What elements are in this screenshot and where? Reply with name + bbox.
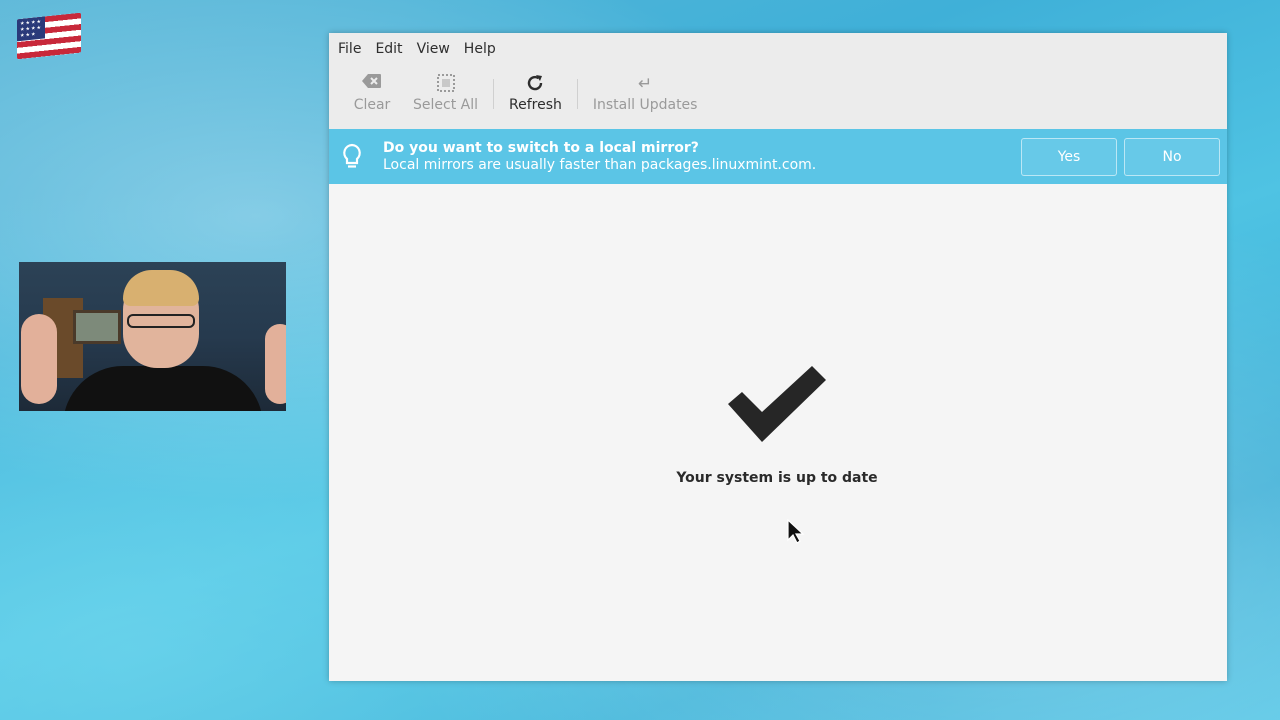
local-mirror-infobar: Do you want to switch to a local mirror?… [329, 129, 1227, 184]
infobar-texts: Do you want to switch to a local mirror?… [375, 140, 1021, 173]
refresh-icon [525, 73, 545, 95]
update-manager-window: File Edit View Help Clear Select All Ref… [329, 33, 1227, 681]
webcam-right-hand [265, 324, 286, 404]
install-return-icon: ↵ [638, 74, 653, 94]
menu-file[interactable]: File [331, 33, 368, 65]
select-all-button[interactable]: Select All [402, 73, 489, 113]
no-button[interactable]: No [1124, 137, 1220, 176]
clear-label: Clear [353, 97, 391, 113]
updates-content-area: Your system is up to date [329, 184, 1227, 681]
menubar: File Edit View Help [329, 33, 1227, 65]
select-all-icon [436, 73, 456, 95]
checkmark-icon [726, 364, 830, 448]
backspace-clear-icon [362, 73, 382, 95]
install-updates-label: Install Updates [592, 97, 698, 113]
mouse-cursor-icon [786, 518, 806, 549]
yes-button[interactable]: Yes [1021, 137, 1117, 176]
menu-view[interactable]: View [410, 33, 457, 65]
webcam-left-hand [21, 314, 57, 404]
lightbulb-icon [329, 143, 375, 171]
toolbar-separator [493, 79, 494, 109]
menu-help[interactable]: Help [457, 33, 503, 65]
flag-canton: ★★★★ ★★★★ ★★★ [17, 16, 45, 42]
refresh-label: Refresh [509, 97, 562, 113]
webcam-wall-picture [73, 310, 121, 344]
infobar-title: Do you want to switch to a local mirror? [383, 140, 699, 156]
webcam-person-body [63, 366, 263, 411]
infobar-message: Local mirrors are usually faster than pa… [383, 157, 817, 173]
us-flag-icon: ★★★★ ★★★★ ★★★ [17, 12, 81, 60]
status-panel: Your system is up to date [329, 364, 1227, 486]
menu-edit[interactable]: Edit [368, 33, 409, 65]
webcam-overlay [19, 262, 286, 411]
toolbar-separator [576, 79, 578, 109]
clear-button[interactable]: Clear [342, 73, 402, 113]
status-message: Your system is up to date [676, 470, 878, 486]
refresh-button[interactable]: Refresh [498, 73, 573, 113]
install-updates-button[interactable]: ↵ Install Updates [582, 73, 709, 113]
webcam-person-hair [123, 270, 199, 306]
webcam-person-glasses [127, 314, 195, 328]
select-all-label: Select All [413, 97, 478, 113]
toolbar: Clear Select All Refresh ↵ Install Updat… [329, 65, 1227, 129]
